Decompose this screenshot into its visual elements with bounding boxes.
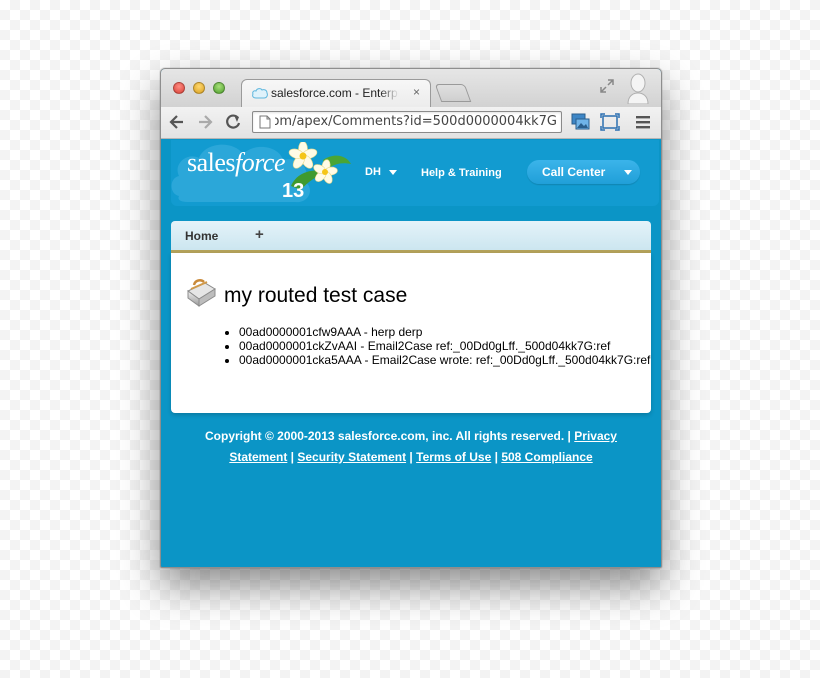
logo-force: force: [235, 148, 286, 177]
user-initials: DH: [365, 166, 381, 178]
case-briefcase-icon: [187, 279, 216, 307]
photo-extension-icon[interactable]: [571, 113, 591, 131]
salesforce-cloud-icon: [252, 88, 268, 99]
page-icon: [259, 115, 271, 129]
profile-avatar-icon[interactable]: [625, 72, 651, 104]
terms-of-use-link[interactable]: Terms of Use: [416, 450, 491, 464]
footer-separator: |: [409, 450, 413, 464]
reload-icon[interactable]: [223, 112, 243, 132]
list-item: 00ad0000001cka5AAA - Email2Case wrote: r…: [239, 353, 659, 367]
forward-arrow-icon[interactable]: [195, 112, 215, 132]
close-window-button[interactable]: [173, 82, 185, 94]
fullscreen-icon[interactable]: [599, 78, 615, 94]
chevron-down-icon: [388, 169, 397, 175]
screen-capture-icon[interactable]: [600, 113, 620, 131]
tab-title: salesforce.com - Enterprise Edition: [271, 86, 399, 100]
tab-home[interactable]: Home: [185, 229, 218, 243]
all-tabs-plus-icon[interactable]: +: [255, 226, 264, 243]
url-value: om/apex/Comments?id=500d0000004kk7G: [275, 114, 557, 129]
list-item: 00ad0000001cfw9AAA - herp derp: [239, 325, 659, 339]
app-tab-bar: Home +: [171, 221, 651, 253]
page-footer: Copyright © 2000-2013 salesforce.com, in…: [201, 426, 621, 468]
address-bar[interactable]: om/apex/Comments?id=500d0000004kk7G: [252, 111, 562, 133]
copyright-text: Copyright © 2000-2013 salesforce.com, in…: [205, 429, 571, 443]
help-and-training-link[interactable]: Help & Training: [421, 167, 502, 179]
zoom-window-button[interactable]: [213, 82, 225, 94]
call-center-label: Call Center: [542, 165, 606, 179]
user-menu[interactable]: DH: [365, 166, 397, 178]
browser-window: salesforce.com - Enterprise Edition × om…: [160, 68, 662, 568]
footer-separator: |: [290, 450, 295, 464]
508-compliance-link[interactable]: 508 Compliance: [501, 450, 592, 464]
comments-list: 00ad0000001cfw9AAA - herp derp 00ad00000…: [219, 325, 659, 367]
minimize-window-button[interactable]: [193, 82, 205, 94]
list-item: 00ad0000001ckZvAAI - Email2Case ref:_00D…: [239, 339, 659, 353]
footer-separator: |: [494, 450, 498, 464]
close-tab-icon[interactable]: ×: [413, 85, 420, 99]
logo-sales: sales: [187, 148, 236, 177]
release-number: 13: [282, 180, 305, 202]
browser-toolbar: om/apex/Comments?id=500d0000004kk7G: [161, 107, 661, 139]
chevron-down-icon: [624, 170, 632, 175]
security-statement-link[interactable]: Security Statement: [297, 450, 406, 464]
salesforce-header: salesforce 13 DH Help & Training Call Ce…: [171, 140, 659, 206]
browser-tab[interactable]: salesforce.com - Enterprise Edition ×: [241, 79, 431, 107]
page-title: my routed test case: [224, 284, 408, 307]
hamburger-menu-icon[interactable]: [633, 113, 653, 131]
case-content-panel: my routed test case 00ad0000001cfw9AAA -…: [171, 253, 651, 413]
back-arrow-icon[interactable]: [167, 112, 187, 132]
call-center-button[interactable]: Call Center: [527, 160, 640, 184]
salesforce-logo-text: salesforce: [187, 148, 286, 178]
browser-titlebar: salesforce.com - Enterprise Edition ×: [161, 69, 661, 107]
new-tab-button[interactable]: [434, 84, 472, 102]
url-text[interactable]: om/apex/Comments?id=500d0000004kk7G: [275, 114, 557, 129]
